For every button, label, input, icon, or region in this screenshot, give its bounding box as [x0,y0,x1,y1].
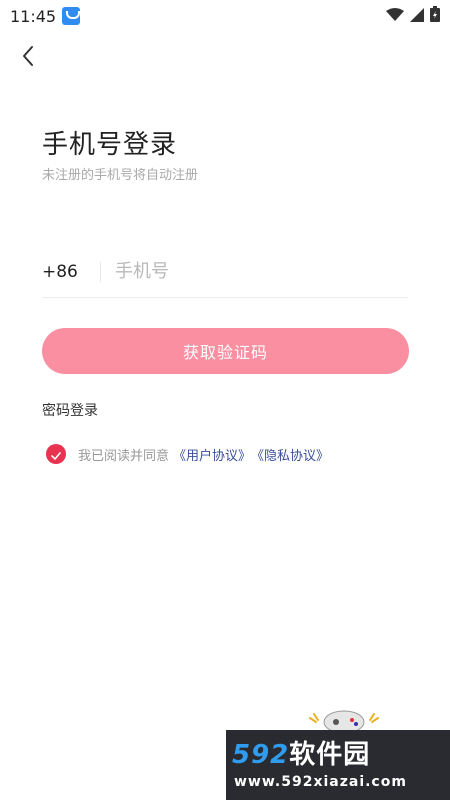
status-bar: 11:45 [0,0,450,32]
agreement-prefix: 我已阅读并同意 [78,448,170,464]
divider [100,261,101,282]
app-notification-icon [62,7,81,25]
agreement-row: 我已阅读并同意 《用户协议》 《隐私协议》 [46,444,329,464]
back-button[interactable] [12,42,44,74]
page-title: 手机号登录 [42,130,178,160]
country-code[interactable]: +86 [42,262,100,282]
user-agreement-link[interactable]: 《用户协议》 [173,445,251,464]
watermark-url: www.592xiazai.com [234,774,407,790]
watermark-brand-text: 软件园 [289,740,371,770]
agreement-checkbox[interactable] [46,444,66,464]
watermark-logo: 592软件园 [232,734,370,771]
check-icon [51,445,61,464]
phone-input-row: +86 [42,246,408,298]
status-icons [386,6,440,26]
privacy-policy-link[interactable]: 《隐私协议》 [251,445,329,464]
site-watermark: 592软件园 www.592xiazai.com [226,730,450,800]
page-subtitle: 未注册的手机号将自动注册 [42,168,199,183]
status-time: 11:45 [10,6,57,26]
password-login-link[interactable]: 密码登录 [42,400,98,420]
wifi-icon [386,7,404,26]
phone-input[interactable] [115,261,408,282]
watermark-brand-number: 592 [232,740,290,770]
signal-icon [410,7,424,26]
battery-icon [430,6,440,26]
chevron-left-icon [21,45,35,71]
get-verification-code-button[interactable]: 获取验证码 [42,328,409,374]
